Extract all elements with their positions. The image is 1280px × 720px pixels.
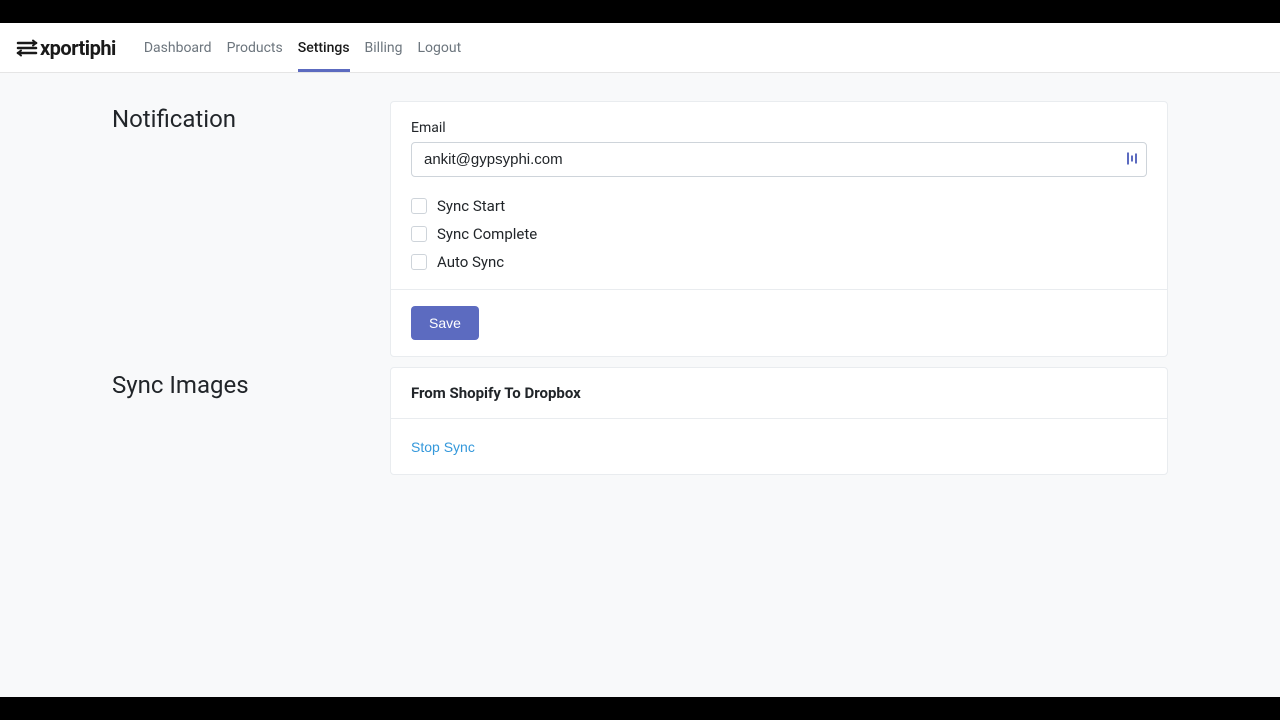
checkbox-row-sync-start: Sync Start	[411, 197, 1147, 215]
header-bar: xportiphi Dashboard Products Settings Bi…	[0, 23, 1280, 73]
card-body: Stop Sync	[391, 419, 1167, 474]
logo-icon	[16, 39, 38, 57]
checkbox-sync-start[interactable]	[411, 198, 427, 214]
sync-direction-title: From Shopify To Dropbox	[411, 384, 1147, 402]
nav-products[interactable]: Products	[227, 23, 283, 72]
checkbox-sync-complete[interactable]	[411, 226, 427, 242]
notification-title: Notification	[112, 105, 390, 133]
nav-settings[interactable]: Settings	[298, 23, 350, 72]
brand-logo[interactable]: xportiphi	[16, 36, 116, 60]
sync-images-title: Sync Images	[112, 371, 390, 399]
checkbox-label: Auto Sync	[437, 253, 504, 271]
brand-name: xportiphi	[40, 36, 116, 60]
letterbox-bottom	[0, 697, 1280, 720]
sync-images-card: From Shopify To Dropbox Stop Sync	[390, 367, 1168, 475]
notification-section: Notification Email	[112, 101, 1168, 357]
page-content: Notification Email	[112, 73, 1168, 513]
checkbox-row-sync-complete: Sync Complete	[411, 225, 1147, 243]
stop-sync-link[interactable]: Stop Sync	[411, 439, 475, 455]
letterbox-top	[0, 0, 1280, 23]
checkbox-group: Sync Start Sync Complete Auto Sync	[411, 197, 1147, 271]
card-body: Email	[391, 102, 1167, 289]
nav-logout[interactable]: Logout	[417, 23, 461, 72]
checkbox-label: Sync Start	[437, 197, 505, 215]
sync-images-section: Sync Images From Shopify To Dropbox Stop…	[112, 367, 1168, 475]
nav-billing[interactable]: Billing	[365, 23, 403, 72]
email-input-wrap	[411, 142, 1147, 177]
checkbox-row-auto-sync: Auto Sync	[411, 253, 1147, 271]
section-title-column: Sync Images	[112, 367, 390, 475]
section-card-column: Email	[390, 101, 1168, 357]
notification-card: Email	[390, 101, 1168, 357]
card-footer: Save	[391, 289, 1167, 356]
checkbox-label: Sync Complete	[437, 225, 537, 243]
email-field[interactable]	[411, 142, 1147, 177]
section-title-column: Notification	[112, 101, 390, 357]
nav-dashboard[interactable]: Dashboard	[144, 23, 212, 72]
card-header: From Shopify To Dropbox	[391, 368, 1167, 419]
section-card-column: From Shopify To Dropbox Stop Sync	[390, 367, 1168, 475]
main-nav: Dashboard Products Settings Billing Logo…	[144, 23, 461, 72]
email-label: Email	[411, 120, 1147, 136]
save-button[interactable]: Save	[411, 306, 479, 340]
checkbox-auto-sync[interactable]	[411, 254, 427, 270]
